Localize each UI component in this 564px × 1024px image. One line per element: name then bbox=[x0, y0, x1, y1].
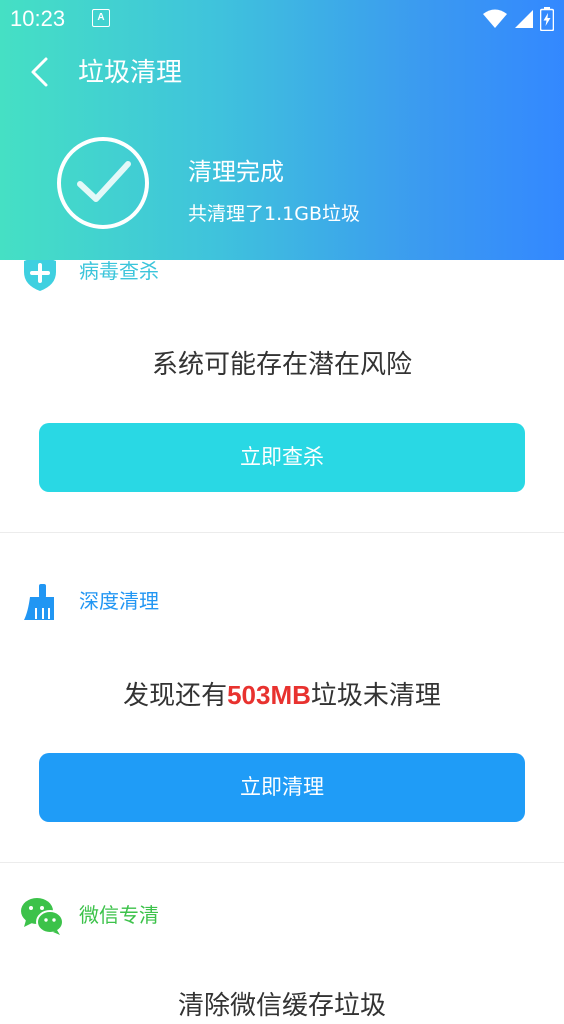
status-bar: 10:23 A bbox=[0, 0, 564, 38]
notification-icon: A bbox=[92, 9, 110, 27]
wechat-icon bbox=[21, 898, 64, 935]
section-title: 深度清理 bbox=[79, 589, 159, 613]
divider bbox=[0, 862, 564, 863]
page-title: 垃圾清理 bbox=[78, 58, 183, 88]
section-title: 病毒查杀 bbox=[79, 259, 159, 283]
header: 10:23 A 垃圾清理 清理完成 共清理了1.1GB垃圾 bbox=[0, 0, 564, 260]
broom-icon bbox=[24, 584, 54, 620]
message-prefix: 发现还有 bbox=[123, 681, 228, 711]
result-subtitle: 共清理了1.1GB垃圾 bbox=[188, 203, 360, 225]
divider bbox=[0, 532, 564, 533]
result-title: 清理完成 bbox=[188, 158, 284, 186]
back-button[interactable] bbox=[26, 56, 58, 88]
wifi-icon bbox=[483, 9, 507, 28]
message-highlight: 503MB bbox=[227, 680, 311, 710]
section-message: 系统可能存在潜在风险 bbox=[151, 350, 412, 380]
section-message: 清除微信缓存垃圾 bbox=[177, 991, 386, 1021]
wechat-clean-section: 微信专清 清除微信缓存垃圾 bbox=[0, 894, 564, 1021]
section-message: 发现还有503MB垃圾未清理 bbox=[0, 677, 564, 714]
check-circle-icon bbox=[57, 137, 149, 229]
scan-now-button[interactable]: 立即查杀 bbox=[39, 423, 525, 492]
status-time: 10:23 bbox=[10, 6, 66, 31]
virus-scan-section: 病毒查杀 系统可能存在潜在风险 立即查杀 bbox=[0, 240, 564, 532]
clean-now-button[interactable]: 立即清理 bbox=[39, 753, 525, 822]
battery-charging-icon bbox=[540, 7, 554, 31]
message-suffix: 垃圾未清理 bbox=[310, 681, 441, 711]
deep-clean-section: 深度清理 发现还有503MB垃圾未清理 立即清理 bbox=[0, 570, 564, 862]
section-title: 微信专清 bbox=[79, 903, 159, 927]
status-icons bbox=[482, 7, 554, 31]
signal-icon bbox=[515, 10, 533, 28]
